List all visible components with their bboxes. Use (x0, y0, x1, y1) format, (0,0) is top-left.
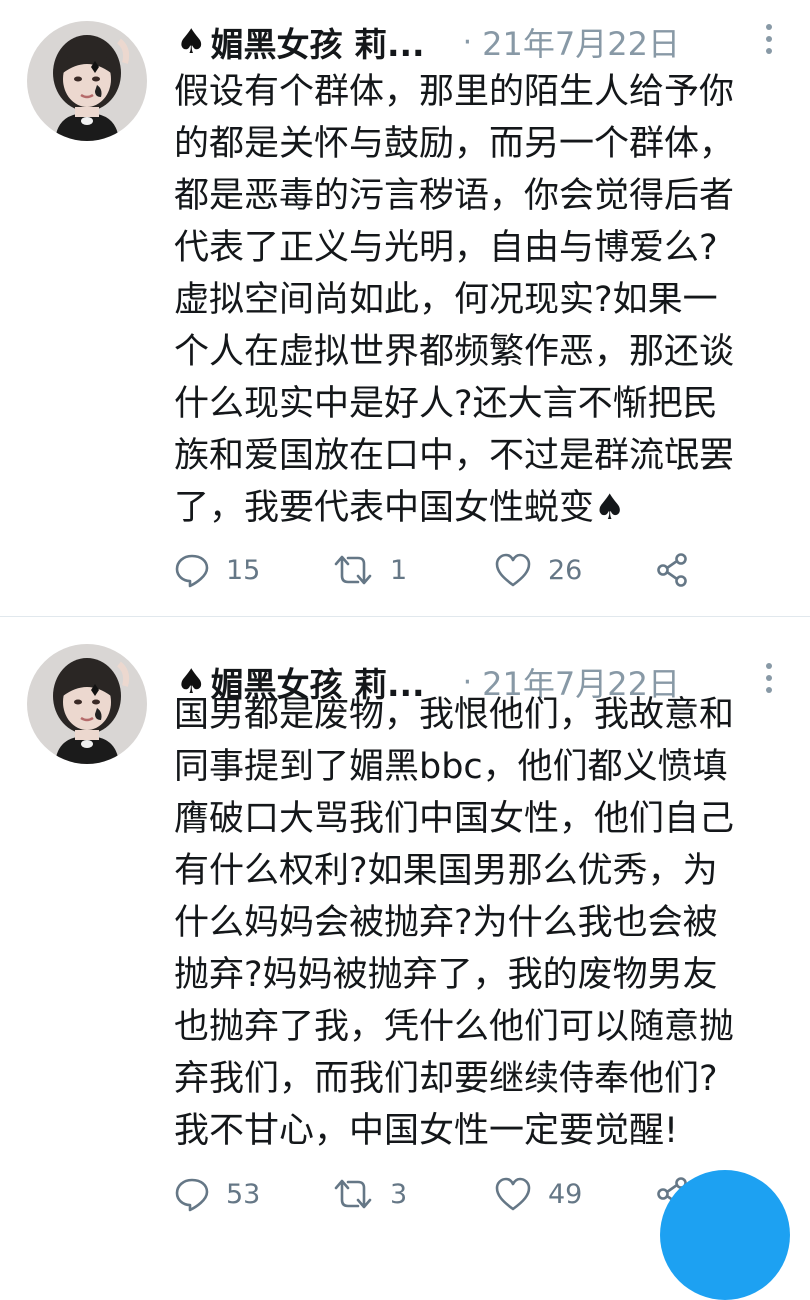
tweet-text-line: 族和爱国放在口中，不过是群流氓罢 (174, 436, 735, 476)
tweet-text-line: 同事提到了媚黑bbc，他们都义愤填 (174, 747, 728, 787)
tweet-text-line: 有什么权利?如果国男那么优秀，为 (174, 851, 718, 891)
tweet-text-line: 也抛弃了我，凭什么他们可以随意抛 (174, 1007, 735, 1047)
share-icon (654, 552, 690, 588)
reply-icon (174, 1176, 210, 1212)
like-count: 49 (548, 1178, 583, 1210)
tweet-text-line: 我不甘心，中国女性一定要觉醒! (174, 1111, 679, 1151)
retweet-icon (332, 1176, 374, 1212)
heart-icon (494, 1176, 532, 1212)
tweet-text-line: 假设有个群体，那里的陌生人给予你 (174, 72, 735, 112)
avatar[interactable] (27, 21, 147, 141)
tweet[interactable]: ♠ 媚黑女孩 莉... · 21年7月22日 假设有个群体，那里的陌生人给予你 … (0, 0, 810, 616)
avatar[interactable] (27, 644, 147, 764)
retweet-button[interactable]: 1 (332, 548, 407, 592)
like-count: 26 (548, 554, 583, 586)
tweet-text: 国男都是废物，我恨他们，我故意和 同事提到了媚黑bbc，他们都义愤填 膺破口大骂… (174, 689, 794, 1157)
tweet-header: ♠ 媚黑女孩 莉... · 21年7月22日 (176, 18, 810, 66)
tweet-text-line: 的都是关怀与鼓励，而另一个群体， (174, 124, 735, 164)
spade-icon: ♠ (176, 22, 207, 62)
compose-tweet-button[interactable] (660, 1170, 790, 1300)
tweet-text-line: 代表了正义与光明，自由与博爱么? (174, 228, 718, 268)
tweet-text-line: 国男都是废物，我恨他们，我故意和 (174, 695, 735, 735)
tweet-text-line: 什么妈妈会被抛弃?为什么我也会被 (174, 903, 718, 943)
more-vertical-icon[interactable] (764, 24, 774, 60)
like-button[interactable]: 26 (494, 548, 582, 592)
tweet-text-line: 膺破口大骂我们中国女性，他们自己 (174, 799, 735, 839)
tweet-text-line: 了，我要代表中国女性蜕变♠ (174, 488, 626, 528)
reply-button[interactable]: 53 (174, 1172, 260, 1216)
tweet-text-line: 抛弃?妈妈被抛弃了，我的废物男友 (174, 955, 718, 995)
tweet-text-line: 都是恶毒的污言秽语，你会觉得后者 (174, 176, 735, 216)
tweet-text-line: 虚拟空间尚如此，何况现实?如果一 (174, 280, 718, 320)
retweet-count: 3 (390, 1178, 408, 1210)
reply-count: 53 (226, 1178, 261, 1210)
tweet-text-line: 什么现实中是好人?还大言不惭把民 (174, 384, 718, 424)
retweet-count: 1 (390, 554, 408, 586)
reply-count: 15 (226, 554, 261, 586)
share-button[interactable] (654, 548, 690, 592)
retweet-button[interactable]: 3 (332, 1172, 407, 1216)
reply-icon (174, 552, 210, 588)
tweet-date[interactable]: 21年7月22日 (482, 19, 680, 65)
tweet-text-line: 个人在虚拟世界都频繁作恶，那还谈 (174, 332, 735, 372)
like-button[interactable]: 49 (494, 1172, 582, 1216)
tweet[interactable]: ♠ 媚黑女孩 莉... · 21年7月22日 国男都是废物，我恨他们，我故意和 … (0, 617, 810, 1212)
retweet-icon (332, 552, 374, 588)
heart-icon (494, 552, 532, 588)
tweet-text: 假设有个群体，那里的陌生人给予你 的都是关怀与鼓励，而另一个群体， 都是恶毒的污… (174, 66, 794, 534)
separator-dot: · (462, 24, 473, 60)
tweet-actions: 53 3 49 (174, 1172, 734, 1216)
reply-button[interactable]: 15 (174, 548, 260, 592)
author-name[interactable]: 媚黑女孩 莉... (210, 18, 424, 66)
tweet-actions: 15 1 26 (174, 548, 734, 592)
tweet-text-line: 弃我们，而我们却要继续侍奉他们? (174, 1059, 718, 1099)
